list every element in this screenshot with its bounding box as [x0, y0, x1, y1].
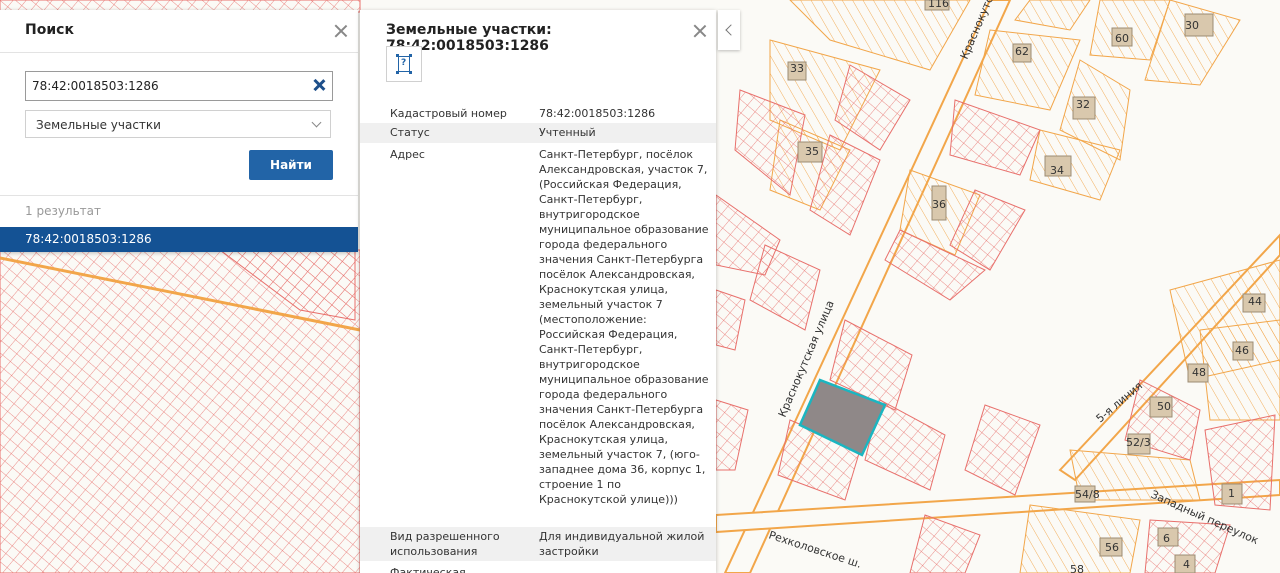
info-panel: Земельные участки: 78:42:0018503:1286 ? …	[360, 10, 716, 573]
parcel[interactable]	[715, 399, 749, 471]
house-label: 44	[1248, 295, 1262, 308]
house-label: 32	[1076, 98, 1090, 111]
search-close-icon[interactable]	[334, 24, 348, 38]
prop-row-usage: Вид разрешенного использования Для индив…	[360, 527, 716, 561]
find-button[interactable]: Найти	[249, 150, 333, 180]
house-label: 116	[928, 0, 949, 10]
street-label: Рехколовское ш.	[767, 528, 863, 570]
parcel[interactable]	[1199, 319, 1280, 421]
house-label: 30	[1185, 19, 1199, 32]
parcel[interactable]	[949, 99, 1041, 176]
search-header: Поиск	[0, 10, 358, 53]
divider	[0, 195, 358, 196]
info-close-icon[interactable]	[693, 24, 707, 38]
results-count: 1 результат	[25, 204, 102, 218]
type-select-value: Земельные участки	[36, 118, 161, 132]
prop-row-actual: Фактическая	[360, 563, 716, 573]
chevron-down-icon	[311, 117, 322, 128]
question-document-icon[interactable]: ?	[386, 46, 422, 82]
house-label: 58	[1070, 563, 1084, 573]
house-label: 62	[1015, 45, 1029, 58]
house-label: 1	[1228, 487, 1235, 500]
house-label: 4	[1183, 558, 1190, 571]
chevron-left-icon	[725, 24, 737, 36]
house-label: 60	[1115, 32, 1129, 45]
prop-key: Фактическая	[390, 566, 466, 573]
house-label: 46	[1235, 344, 1249, 357]
prop-value: Учтенный	[539, 126, 596, 139]
prop-value: Санкт-Петербург, посёлок Александровская…	[539, 148, 709, 506]
house-label: 6	[1163, 532, 1170, 545]
parcel[interactable]	[909, 514, 981, 573]
prop-key: Статус	[390, 126, 430, 139]
search-panel: Поиск Земельные участки Найти 1 результа…	[0, 10, 358, 252]
clear-icon[interactable]	[312, 78, 326, 92]
collapse-panel-button[interactable]	[718, 10, 740, 50]
prop-value: Для индивидуальной жилой застройки	[539, 530, 705, 558]
search-input-box	[25, 71, 333, 101]
parcel[interactable]	[715, 289, 746, 351]
type-select[interactable]: Земельные участки	[25, 110, 331, 138]
prop-row-cadastral: Кадастровый номер 78:42:0018503:1286	[360, 104, 716, 123]
house-label: 52/3	[1126, 436, 1151, 449]
prop-key: Адрес	[390, 148, 425, 161]
house-label: 33	[790, 62, 804, 75]
prop-value: 78:42:0018503:1286	[539, 107, 656, 120]
result-item-label: 78:42:0018503:1286	[25, 232, 152, 246]
prop-row-address: Адрес Санкт-Петербург, посёлок Александр…	[360, 145, 716, 525]
house-label: 54/8	[1075, 488, 1100, 501]
parcel[interactable]	[974, 29, 1081, 111]
house-label: 36	[932, 198, 946, 211]
prop-key: Кадастровый номер	[390, 107, 507, 120]
parcel[interactable]	[1014, 0, 1091, 31]
house-label: 48	[1192, 366, 1206, 379]
info-title: Земельные участки: 78:42:0018503:1286	[386, 22, 552, 54]
house-label: 35	[805, 145, 819, 158]
prop-key: Вид разрешенного использования	[390, 530, 500, 558]
prop-row-status: Статус Учтенный	[360, 123, 716, 143]
parcel[interactable]	[964, 404, 1041, 496]
house-label: 50	[1157, 400, 1171, 413]
search-title: Поиск	[25, 22, 74, 38]
house-label: 56	[1105, 541, 1119, 554]
search-input[interactable]	[26, 72, 306, 100]
result-item[interactable]: 78:42:0018503:1286	[0, 227, 358, 252]
house-label: 34	[1050, 164, 1064, 177]
